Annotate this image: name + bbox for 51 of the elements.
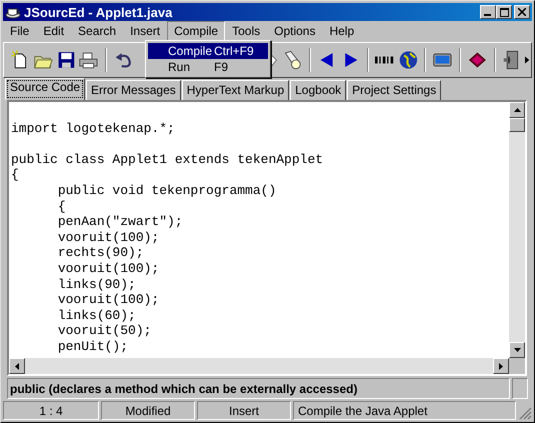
status-cell: Insert bbox=[197, 401, 291, 420]
code-line: vooruit(100); bbox=[56, 260, 160, 277]
code-line: { bbox=[11, 167, 20, 183]
left-arrow-icon[interactable] bbox=[15, 362, 19, 370]
flashlight-icon[interactable] bbox=[282, 48, 304, 72]
maximize-button[interactable] bbox=[496, 5, 512, 19]
horizontal-scrollbar[interactable] bbox=[9, 358, 509, 374]
code-line: vooruit(100); bbox=[56, 292, 160, 308]
code-line: { bbox=[56, 198, 67, 214]
menu-item[interactable]: Tools bbox=[225, 21, 268, 41]
code-line: vooruit(100); bbox=[56, 230, 160, 246]
up-arrow-icon[interactable] bbox=[514, 108, 520, 112]
close-icon bbox=[518, 8, 526, 16]
code-line: rechts(90); bbox=[56, 245, 145, 261]
scroll-thumb[interactable] bbox=[509, 118, 525, 132]
code-line: public class Applet1 extends tekenApplet bbox=[11, 152, 324, 168]
menu-option[interactable]: Compile Ctrl+F9 bbox=[148, 43, 268, 59]
window-title: JSourcEd - Applet1.java bbox=[24, 4, 174, 20]
close-button[interactable] bbox=[514, 5, 530, 19]
tab[interactable]: Source Code bbox=[5, 78, 86, 100]
menu-item[interactable]: Insert bbox=[123, 21, 168, 41]
tab[interactable]: Error Messages bbox=[86, 80, 181, 100]
code-line: import logotekenap.*; bbox=[11, 120, 176, 136]
code-editor[interactable] bbox=[9, 102, 509, 358]
tab[interactable]: Project Settings bbox=[347, 80, 442, 100]
hint-side-panel bbox=[512, 378, 528, 399]
menu-item[interactable]: Help bbox=[322, 21, 362, 41]
vertical-scrollbar[interactable] bbox=[509, 102, 525, 358]
code-line: public void tekenprogramma() bbox=[56, 182, 278, 199]
tab[interactable]: HyperText Markup bbox=[182, 80, 290, 100]
down-arrow-icon[interactable] bbox=[514, 348, 520, 352]
maximize-icon bbox=[500, 8, 508, 16]
keyword-hint: public (declares a method which can be externally accessed) bbox=[7, 378, 510, 399]
right-arrow-icon[interactable] bbox=[499, 362, 503, 370]
menu-item[interactable]: Options bbox=[267, 21, 322, 41]
status-cell: Compile the Java Applet bbox=[293, 401, 516, 420]
menu-item[interactable]: File bbox=[3, 21, 36, 41]
resize-grip-icon[interactable] bbox=[518, 406, 532, 420]
menu-item[interactable]: Edit bbox=[36, 21, 72, 41]
menu-item[interactable]: Search bbox=[71, 21, 124, 41]
code-line: penUit(); bbox=[56, 338, 130, 354]
code-line: penAan("zwart"); bbox=[56, 214, 184, 230]
menu-option[interactable]: Run F9 bbox=[148, 59, 268, 75]
status-cell: Modified bbox=[101, 401, 195, 420]
code-line: links(90); bbox=[56, 276, 137, 292]
tab[interactable]: Logbook bbox=[290, 80, 346, 100]
code-line: vooruit(50); bbox=[56, 323, 152, 339]
code-line: links(60); bbox=[56, 308, 137, 324]
minimize-button[interactable] bbox=[480, 5, 496, 19]
more-tools-icon[interactable] bbox=[524, 56, 530, 64]
status-cell: 1 : 4 bbox=[3, 401, 99, 420]
